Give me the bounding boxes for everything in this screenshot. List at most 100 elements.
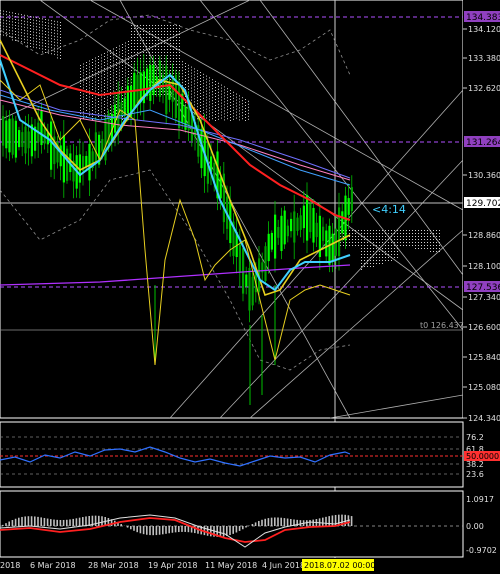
cloud-dot <box>36 47 37 49</box>
cloud-dot <box>21 17 22 19</box>
cloud-dot <box>39 44 40 46</box>
cloud-dot <box>83 108 84 110</box>
cloud-dot <box>170 79 171 80</box>
time-axis[interactable]: 2018 6 Mar 2018 28 Mar 2018 19 Apr 2018 11 M… <box>0 558 500 574</box>
cloud-dot <box>176 28 177 29</box>
cloud-dot <box>382 260 383 261</box>
cloud-dot <box>60 31 61 32</box>
cloud-dot <box>125 45 126 47</box>
cloud-dot <box>352 230 353 231</box>
cloud-dot <box>152 55 153 56</box>
cloud-dot <box>167 64 168 65</box>
cloud-dot <box>113 54 114 56</box>
candle-body <box>5 120 8 149</box>
cloud-dot <box>12 27 13 29</box>
cloud-dot <box>15 34 16 35</box>
cloud-dot <box>224 119 225 121</box>
cloud-dot <box>48 28 49 30</box>
cloud-dot <box>125 51 126 53</box>
ao-bar <box>5 523 7 526</box>
cloud-dot <box>400 230 401 231</box>
candle-body <box>62 135 65 183</box>
cloud-dot <box>388 257 389 258</box>
cloud-dot <box>30 19 31 20</box>
price-label-134383-text: 134.383 <box>466 13 500 23</box>
cloud-dot <box>164 28 165 29</box>
candle-body <box>312 207 315 243</box>
cloud-dot <box>373 266 374 267</box>
ao-bar <box>174 526 177 533</box>
cloud-dot <box>439 245 440 246</box>
cloud-dot <box>27 30 28 32</box>
cloud-dot <box>382 251 383 252</box>
cloud-dot <box>51 32 52 34</box>
ao-bar <box>40 517 42 526</box>
cloud-dot <box>236 111 237 113</box>
cloud-dot <box>107 66 108 68</box>
cloud-dot <box>415 242 416 243</box>
cloud-dot <box>379 254 380 255</box>
cloud-dot <box>212 112 213 114</box>
cloud-dot <box>30 28 31 29</box>
cloud-dot <box>203 76 204 78</box>
cloud-dot <box>176 67 177 68</box>
cloud-dot <box>397 239 398 240</box>
cloud-dot <box>164 31 165 32</box>
cloud-dot <box>394 257 395 258</box>
cloud-dot <box>373 245 374 246</box>
cloud-dot <box>137 31 138 32</box>
cloud-dot <box>385 254 386 255</box>
rsi-pane[interactable]: 76.261.838.223.6 50.0000 <box>0 421 500 488</box>
cloud-dot <box>364 248 365 249</box>
cloud-dot <box>146 55 147 56</box>
trading-chart[interactable]: 130.360128.860128.100127.340126.600125.8… <box>0 0 500 574</box>
cloud-dot <box>6 20 7 22</box>
cloud-dot <box>176 52 177 53</box>
cloud-dot <box>194 74 195 76</box>
cloud-dot <box>439 248 440 249</box>
cloud-dot <box>167 49 168 50</box>
awesome-oscillator-pane[interactable]: 1.09170.00-0.9702 <box>0 490 497 558</box>
cloud-dot <box>391 230 392 231</box>
cloud-dot <box>161 40 162 41</box>
cloud-dot <box>364 245 365 246</box>
cloud-dot <box>155 34 156 35</box>
cloud-dot <box>134 28 135 29</box>
time-tick-label: 4 Jun 2018 <box>262 561 305 570</box>
cloud-dot <box>3 19 4 21</box>
cloud-dot <box>86 83 87 84</box>
cloud-dot <box>45 22 46 23</box>
cloud-dot <box>224 107 225 109</box>
candle-body <box>341 211 344 234</box>
cloud-dot <box>146 31 147 32</box>
cloud-dot <box>376 248 377 249</box>
cloud-dot <box>179 37 180 38</box>
cloud-dot <box>134 46 135 47</box>
cloud-dot <box>51 35 52 37</box>
cloud-dot <box>110 62 111 63</box>
cloud-dot <box>194 80 195 82</box>
price-tick-label: 124.340 <box>468 414 500 423</box>
cloud-dot <box>367 260 368 261</box>
cloud-dot <box>361 260 362 261</box>
cloud-dot <box>176 31 177 32</box>
cloud-dot <box>104 104 105 105</box>
cloud-dot <box>101 54 102 56</box>
cloud-dot <box>161 76 162 77</box>
cloud-dot <box>436 251 437 252</box>
candle-body <box>85 155 88 167</box>
cloud-dot <box>373 263 374 264</box>
cloud-dot <box>161 31 162 32</box>
cloud-dot <box>367 233 368 234</box>
cloud-dot <box>80 104 81 105</box>
cloud-dot <box>119 75 120 77</box>
cloud-dot <box>367 245 368 246</box>
cloud-dot <box>430 245 431 246</box>
cloud-dot <box>89 60 90 62</box>
cloud-dot <box>152 61 153 62</box>
price-axis[interactable]: 130.360128.860128.100127.340126.600125.8… <box>463 0 500 423</box>
cloud-dot <box>9 20 10 22</box>
cloud-dot <box>170 37 171 38</box>
cloud-dot <box>122 71 123 72</box>
rsi-tick-label: 23.6 <box>466 470 484 479</box>
